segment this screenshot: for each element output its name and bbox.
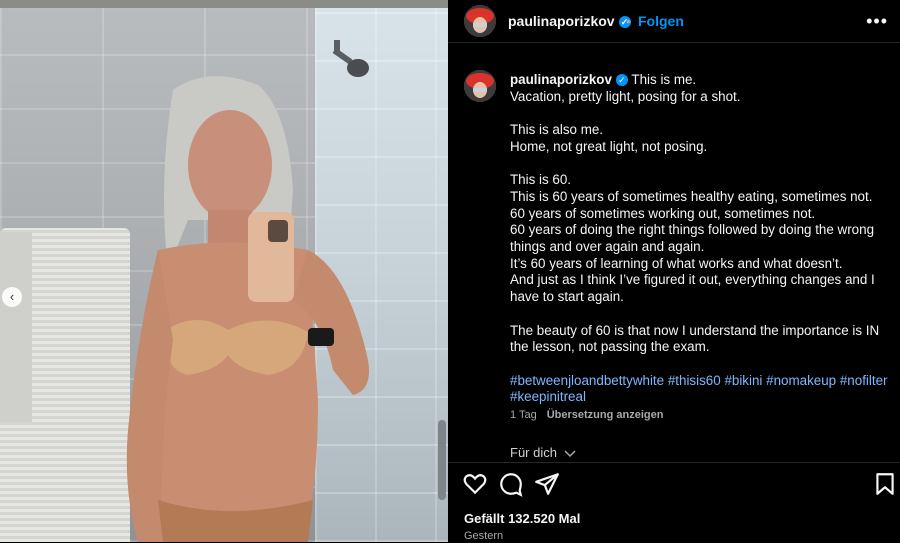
- hashtag-link[interactable]: #bikini: [724, 373, 762, 388]
- for-you-label: Für dich: [510, 445, 557, 460]
- caption-line: This is 60 years of sometimes healthy ea…: [510, 188, 873, 204]
- caption-username[interactable]: paulinaporizkov: [510, 72, 612, 87]
- chevron-down-icon: [564, 450, 576, 457]
- caption-gap: [510, 105, 888, 122]
- caption-line: This is 60.: [510, 172, 572, 188]
- header-username-text[interactable]: paulinaporizkov: [508, 13, 615, 29]
- likes-count[interactable]: Gefällt 132.520 Mal: [464, 511, 580, 526]
- profile-avatar[interactable]: [464, 5, 496, 37]
- caption-line: 60 years of doing the right things follo…: [510, 222, 875, 254]
- towel-fold: [0, 232, 32, 422]
- caption: paulinaporizkov ✓ This is me. Vacation, p…: [510, 72, 888, 406]
- caption-line: The beauty of 60 is that now I understan…: [510, 322, 880, 355]
- share-icon[interactable]: [534, 471, 560, 497]
- post-photo[interactable]: ‹: [0, 0, 448, 542]
- heart-icon[interactable]: [462, 471, 488, 497]
- bookmark-icon[interactable]: [872, 471, 898, 497]
- caption-gap: [510, 156, 888, 173]
- previous-photo-button[interactable]: ‹: [2, 287, 22, 307]
- hashtag-link[interactable]: #betweenjloandbettywhite: [510, 373, 664, 388]
- more-options-icon[interactable]: •••: [866, 11, 888, 32]
- hashtag-link[interactable]: #keepinitreal: [510, 389, 586, 404]
- header-separator: •: [626, 13, 631, 29]
- person-figure: [126, 76, 369, 542]
- post-details-panel: paulinaporizkov ✓ • Folgen ••• paulinapor…: [448, 0, 900, 542]
- instagram-post: ‹ paulinaporizkov ✓ • Folgen ••• paulina…: [0, 0, 900, 542]
- post-header: paulinaporizkov ✓ • Folgen •••: [448, 0, 900, 43]
- caption-line: Home, not great light, not posing.: [510, 138, 708, 154]
- comment-icon[interactable]: [498, 471, 524, 497]
- hashtag-link[interactable]: #nofilter: [840, 373, 888, 388]
- caption-meta: 1 Tag Übersetzung anzeigen: [510, 409, 663, 421]
- caption-line: It’s 60 years of learning of what works …: [510, 255, 843, 271]
- caption-line: Vacation, pretty light, posing for a sho…: [510, 88, 741, 104]
- for-you-toggle[interactable]: Für dich: [510, 445, 576, 460]
- caption-gap: [510, 356, 888, 373]
- action-bar: Gefällt 132.520 Mal Gestern: [448, 462, 900, 543]
- mirror-frame: [0, 0, 448, 8]
- translate-link[interactable]: Übersetzung anzeigen: [547, 409, 664, 421]
- hashtags: #betweenjloandbettywhite #thisis60 #biki…: [510, 373, 888, 406]
- caption-gap: [510, 306, 888, 323]
- caption-first-line: paulinaporizkov ✓ This is me.: [510, 72, 888, 89]
- caption-avatar[interactable]: [464, 70, 496, 102]
- post-date: Gestern: [464, 530, 504, 542]
- caption-line: This is also me.: [510, 122, 604, 138]
- verified-icon: ✓: [615, 74, 628, 87]
- hashtag-link[interactable]: #thisis60: [668, 373, 721, 388]
- shower-door-handle: [438, 420, 446, 500]
- follow-button[interactable]: Folgen: [638, 13, 684, 29]
- post-time-ago: 1 Tag: [510, 409, 537, 421]
- caption-line: 60 years of sometimes working out, somet…: [510, 205, 816, 221]
- caption-line: And just as I think I’ve figured it out,…: [510, 272, 875, 305]
- hashtag-link[interactable]: #nomakeup: [766, 373, 836, 388]
- caption-line: This is me.: [631, 72, 697, 87]
- header-username[interactable]: paulinaporizkov ✓: [508, 13, 631, 29]
